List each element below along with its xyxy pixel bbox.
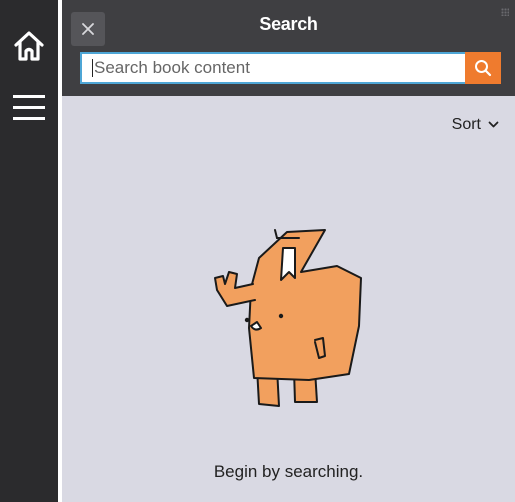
chevron-down-icon: [488, 121, 499, 128]
home-button[interactable]: [0, 18, 58, 74]
search-panel: Search Sort: [62, 0, 515, 502]
reader-app: Search Sort: [0, 0, 515, 502]
search-icon: [475, 60, 492, 77]
hamburger-menu-icon: [13, 95, 45, 120]
empty-state-message: Begin by searching.: [213, 462, 364, 481]
search-input[interactable]: [90, 54, 466, 82]
home-icon: [14, 31, 44, 61]
menu-button[interactable]: [0, 80, 58, 136]
search-box: [80, 52, 501, 84]
sort-label: Sort: [451, 116, 481, 133]
book-mascot-illustration: [214, 229, 362, 407]
resize-grip[interactable]: [501, 8, 509, 16]
search-button[interactable]: [465, 52, 501, 84]
search-panel-header: Search: [62, 0, 515, 96]
panel-title: Search: [259, 14, 318, 34]
left-rail: [0, 0, 58, 502]
sort-dropdown[interactable]: Sort: [452, 116, 499, 134]
